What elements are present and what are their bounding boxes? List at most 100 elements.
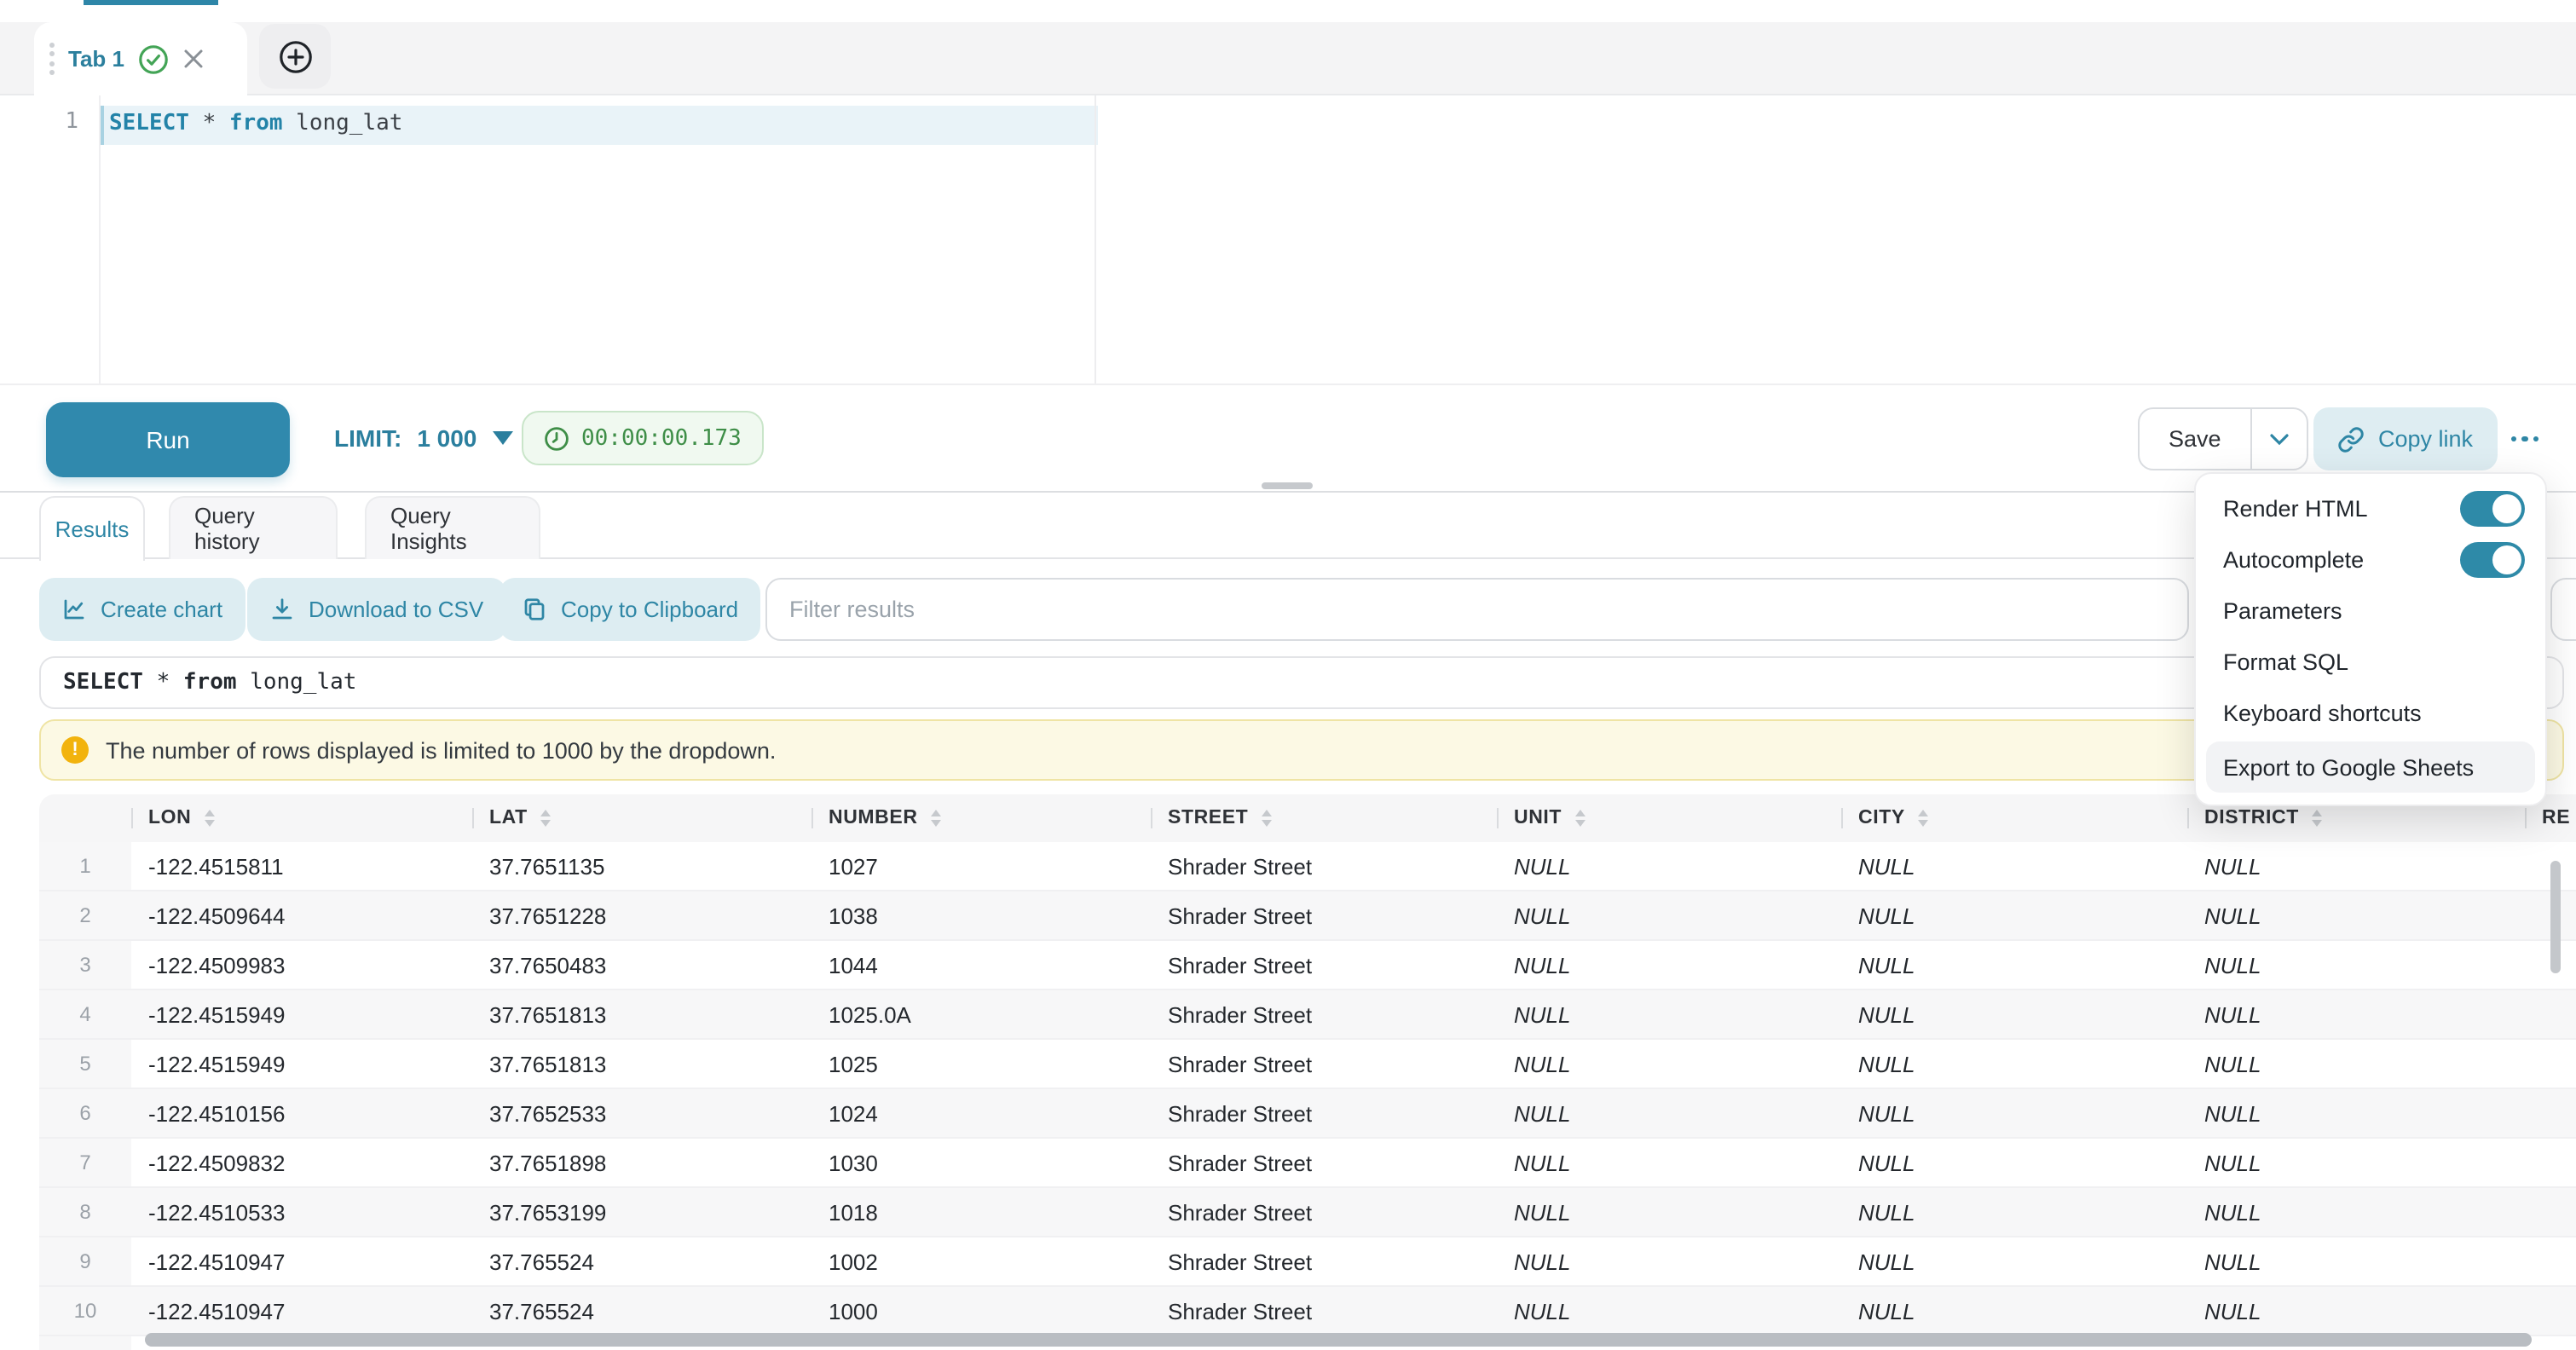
menu-item-label: Parameters [2223,597,2342,623]
editor-wrap-guide [1095,95,1096,384]
tab-query-history[interactable]: Query history [169,496,338,559]
menu-item-render-html[interactable]: Render HTML [2196,482,2545,534]
table-cell: 1025 [811,1039,1151,1088]
row-number-cell: 1 [39,842,131,891]
menu-item-parameters[interactable]: Parameters [2196,585,2545,636]
table-cell: NULL [1497,940,1841,989]
tab-results-label: Results [55,516,130,542]
editor-code-line[interactable]: SELECT * from long_lat [109,111,402,136]
editor-tab-strip: Tab 1 [0,22,2576,95]
column-header-city[interactable]: CITY [1841,794,2187,842]
table-cell: -122.4510947 [131,1237,472,1286]
table-cell: NULL [1497,842,1841,891]
table-cell: 37.7651898 [472,1138,811,1187]
plus-circle-icon [277,38,313,74]
menu-item-export-google-sheets[interactable]: Export to Google Sheets [2206,741,2535,793]
filter-results-input[interactable] [765,578,2189,641]
drag-handle-icon[interactable] [49,43,55,76]
add-tab-button[interactable] [259,24,331,89]
table-cell: -122.4515949 [131,1039,472,1088]
sort-icon [1575,810,1585,827]
table-cell: NULL [1497,891,1841,940]
row-number-cell: 2 [39,891,131,940]
editor-tab-1[interactable]: Tab 1 [34,22,247,95]
table-cell: -122.4510156 [131,1088,472,1138]
table-cell: NULL [1841,842,2187,891]
table-row: 5-122.451594937.76518131025Shrader Stree… [39,1039,2576,1088]
sql-editor[interactable]: 1 SELECT * from long_lat [0,95,2576,384]
table-cell [2525,1088,2576,1138]
column-header-lat[interactable]: LAT [472,794,811,842]
menu-item-autocomplete[interactable]: Autocomplete [2196,534,2545,585]
menu-item-label: Export to Google Sheets [2223,754,2474,780]
table-cell [2525,989,2576,1039]
create-chart-button[interactable]: Create chart [39,578,245,641]
render-html-toggle[interactable] [2460,490,2525,526]
column-header-unit[interactable]: UNIT [1497,794,1841,842]
column-header-label: CITY [1858,808,1905,828]
column-header-number[interactable]: NUMBER [811,794,1151,842]
table-cell: Shrader Street [1151,1187,1497,1237]
column-header-label: NUMBER [829,808,918,828]
clipboard-icon [522,597,547,622]
vertical-scrollbar-thumb[interactable] [2550,861,2561,973]
results-table-body: 1-122.451581137.76511351027Shrader Stree… [39,842,2576,1350]
warning-icon: ! [61,736,89,764]
tab-query-insights[interactable]: Query Insights [365,496,540,559]
row-number-cell: 4 [39,989,131,1039]
horizontal-scrollbar-thumb[interactable] [145,1333,2532,1347]
table-cell: -122.4509644 [131,891,472,940]
editor-tab-label: Tab 1 [68,46,124,72]
table-cell: -122.4515949 [131,989,472,1039]
table-cell: NULL [1841,1286,2187,1336]
toggle-knob [2492,493,2521,522]
menu-item-label: Keyboard shortcuts [2223,700,2422,725]
table-cell [2525,1237,2576,1286]
results-table: LONLATNUMBERSTREETUNITCITYDISTRICTRE 1-1… [39,794,2576,1350]
table-cell: -122.4509832 [131,1138,472,1187]
more-options-button[interactable] [2492,407,2557,470]
table-cell: NULL [2187,1237,2525,1286]
cut-off-button[interactable] [2550,578,2576,641]
table-cell: NULL [1497,1286,1841,1336]
close-tab-icon[interactable] [182,48,205,70]
limit-dropdown[interactable]: LIMIT: 1 000 [334,385,512,491]
menu-item-keyboard-shortcuts[interactable]: Keyboard shortcuts [2196,687,2545,738]
table-cell: 1038 [811,891,1151,940]
menu-item-label: Render HTML [2223,495,2368,521]
toggle-knob [2492,545,2521,574]
copy-to-clipboard-button[interactable]: Copy to Clipboard [500,578,760,641]
table-cell: NULL [1841,1088,2187,1138]
table-cell: Shrader Street [1151,1039,1497,1088]
table-cell: NULL [2187,842,2525,891]
create-chart-label: Create chart [101,597,222,622]
sort-icon [1919,810,1929,827]
save-options-button[interactable] [2252,409,2307,469]
link-icon [2337,425,2365,453]
row-number-cell: 9 [39,1237,131,1286]
autocomplete-toggle[interactable] [2460,541,2525,577]
column-separator [2525,808,2527,828]
query-timer-badge: 00:00:00.173 [522,411,764,465]
row-number-cell: 10 [39,1286,131,1336]
pane-resize-grip[interactable] [1262,482,1313,489]
table-cell: NULL [2187,1286,2525,1336]
warning-text: The number of rows displayed is limited … [106,737,776,763]
menu-item-format-sql[interactable]: Format SQL [2196,636,2545,687]
row-number-cell: 7 [39,1138,131,1187]
table-cell: 1000 [811,1286,1151,1336]
table-cell: Shrader Street [1151,1088,1497,1138]
table-row: 8-122.451053337.76531991018Shrader Stree… [39,1187,2576,1237]
sort-icon [205,810,215,827]
table-cell: NULL [1841,1187,2187,1237]
tab-results[interactable]: Results [39,496,145,561]
column-header-lon[interactable]: LON [131,794,472,842]
copy-link-button[interactable]: Copy link [2313,407,2497,470]
download-csv-button[interactable]: Download to CSV [247,578,505,641]
run-button[interactable]: Run [46,402,290,477]
save-split-button: Save [2138,407,2308,470]
save-button[interactable]: Save [2140,409,2250,469]
column-header-street[interactable]: STREET [1151,794,1497,842]
table-cell: NULL [2187,1138,2525,1187]
table-cell: 37.7651135 [472,842,811,891]
